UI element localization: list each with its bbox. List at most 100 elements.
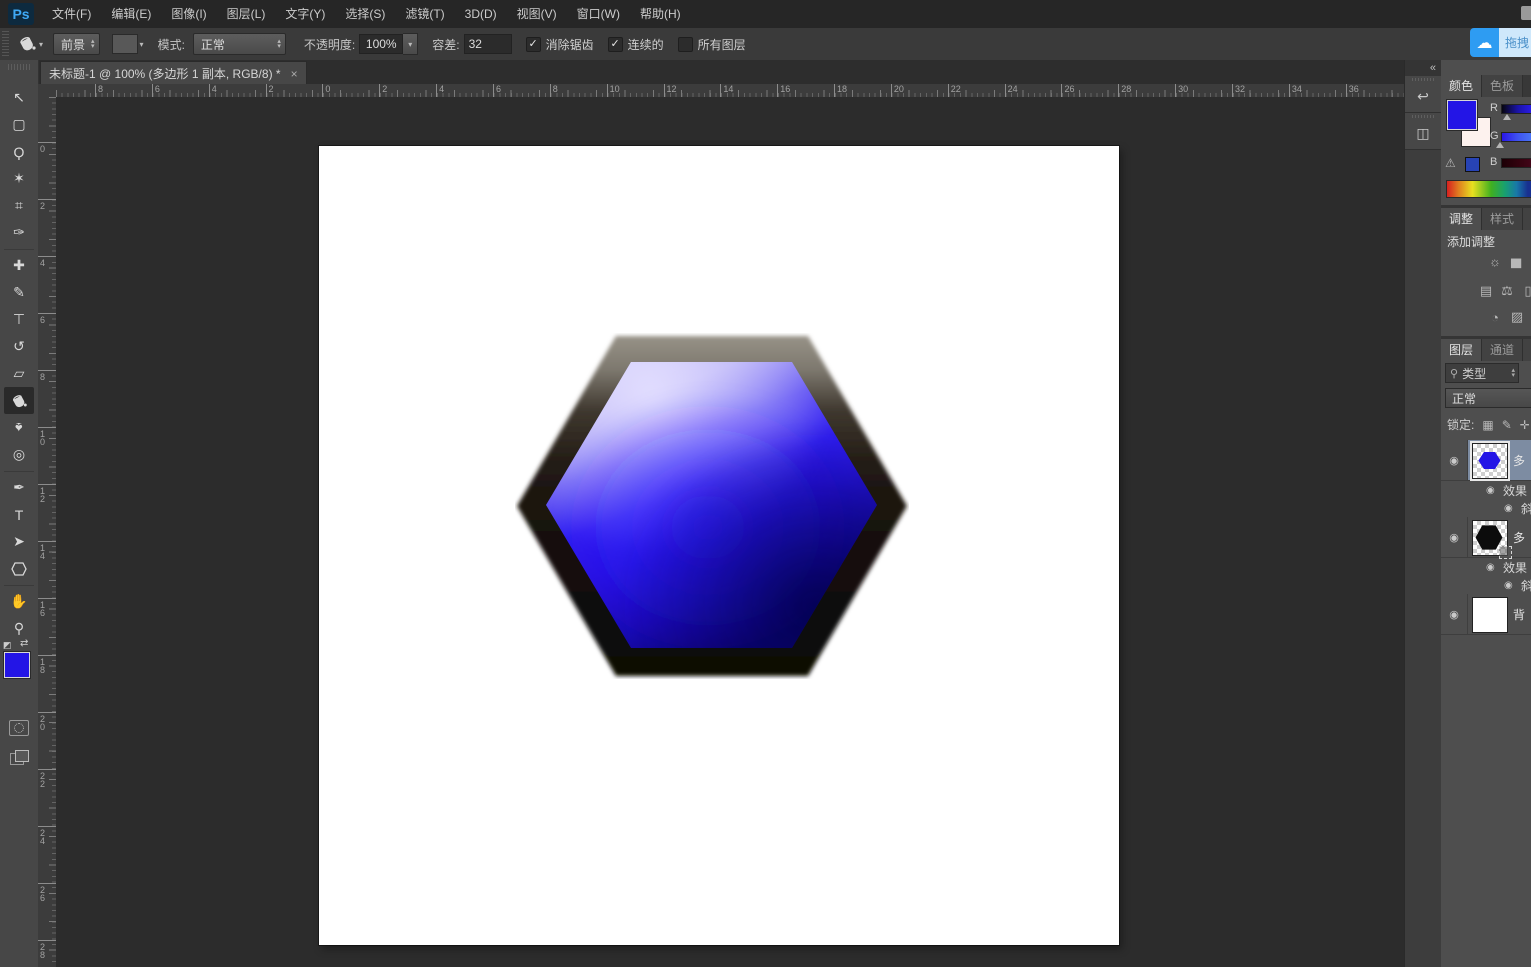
canvas[interactable] xyxy=(319,146,1119,945)
black-white-icon[interactable]: ▯ xyxy=(1519,282,1531,300)
menu-文字(Y)[interactable]: 文字(Y) xyxy=(275,7,335,21)
menu-滤镜(T)[interactable]: 滤镜(T) xyxy=(395,7,454,21)
magic-wand-tool[interactable]: ✶ xyxy=(4,165,34,192)
visibility-toggle[interactable]: ◉ xyxy=(1441,440,1468,480)
red-slider[interactable] xyxy=(1501,104,1531,114)
lasso-tool[interactable]: Ϙ xyxy=(4,138,34,165)
pattern-caret-icon[interactable]: ▾ xyxy=(140,40,144,49)
layer-name[interactable]: 多 xyxy=(1513,440,1525,480)
blur-tool[interactable]: ♠ xyxy=(4,414,34,441)
lock-transparency-icon[interactable]: ▦ xyxy=(1482,418,1493,432)
layer-name[interactable]: 多 xyxy=(1513,517,1525,557)
collapse-panels-icon[interactable]: « xyxy=(1405,60,1442,76)
menu-帮助(H)[interactable]: 帮助(H) xyxy=(630,7,691,21)
type-tool[interactable]: T xyxy=(4,501,34,528)
red-slider-marker[interactable] xyxy=(1503,114,1511,120)
layer-row-background[interactable]: ◉ 背 xyxy=(1441,594,1531,635)
tab-layers[interactable]: 图层 xyxy=(1441,339,1482,361)
gamut-color-swatch[interactable] xyxy=(1465,157,1480,172)
crop-tool[interactable]: ⌗ xyxy=(4,192,34,219)
color-balance-icon[interactable]: ⚖ xyxy=(1498,282,1516,300)
exposure-icon[interactable]: ▤ xyxy=(1477,282,1495,300)
tab-channels[interactable]: 通道 xyxy=(1482,339,1523,361)
color-spectrum-ramp[interactable] xyxy=(1446,180,1531,198)
menu-图像(I)[interactable]: 图像(I) xyxy=(161,7,216,21)
vertical-ruler[interactable]: 024681 01 21 41 61 82 02 22 42 62 8 xyxy=(38,97,57,967)
blue-slider[interactable] xyxy=(1501,158,1531,168)
contiguous-checkbox[interactable]: ✓ xyxy=(608,37,623,52)
tolerance-input[interactable]: 32 xyxy=(464,34,512,54)
dodge-tool[interactable]: ◎ xyxy=(4,441,34,468)
eye-icon[interactable]: ◉ xyxy=(1486,562,1495,573)
antialias-checkbox[interactable]: ✓ xyxy=(526,37,541,52)
menu-视图(V)[interactable]: 视图(V) xyxy=(507,7,567,21)
layer-thumbnail[interactable] xyxy=(1472,443,1508,479)
history-panel-button[interactable]: ↩ xyxy=(1405,76,1441,113)
horizontal-ruler[interactable]: 8642024681012141618202224262830323436 xyxy=(56,84,1404,98)
3d-panel-button[interactable]: ◫ xyxy=(1405,113,1441,150)
layer-filter-select[interactable]: ⚲ 类型 ▴▾ xyxy=(1445,363,1519,383)
layer-row-polygon-copy[interactable]: ◉ 多 xyxy=(1441,440,1531,481)
fill-source-select[interactable]: 前景 ▴▾ xyxy=(53,33,100,55)
screen-mode-button[interactable] xyxy=(10,750,28,764)
zoom-tool[interactable]: ⚲ xyxy=(4,615,34,642)
netdisk-cloud-icon[interactable]: ☁ xyxy=(1470,28,1499,57)
visibility-toggle[interactable]: ◉ xyxy=(1441,594,1468,634)
menu-编辑(E)[interactable]: 编辑(E) xyxy=(101,7,161,21)
history-brush-tool[interactable]: ↺ xyxy=(4,333,34,360)
spot-healing-tool[interactable]: ✚ xyxy=(4,252,34,279)
move-tool[interactable]: ↖ xyxy=(4,84,34,111)
paint-bucket-tool[interactable] xyxy=(4,387,34,414)
default-colors-icon[interactable]: ◩ xyxy=(3,640,12,651)
tab-paths[interactable]: 路 xyxy=(1523,339,1531,361)
levels-icon[interactable]: ▅ xyxy=(1507,252,1525,270)
layer-thumbnail[interactable] xyxy=(1472,597,1508,633)
brush-tool[interactable]: ✎ xyxy=(4,279,34,306)
eye-icon[interactable]: ◉ xyxy=(1504,503,1513,514)
pattern-swatch-well[interactable] xyxy=(112,34,138,54)
green-slider-marker[interactable] xyxy=(1496,142,1504,148)
clone-stamp-tool[interactable]: ⊤ xyxy=(4,306,34,333)
document-tab[interactable]: 未标题-1 @ 100% (多边形 1 副本, RGB/8) * × xyxy=(40,61,307,85)
green-slider[interactable] xyxy=(1501,132,1531,142)
gamut-warning-icon[interactable]: ⚠ xyxy=(1445,156,1456,170)
swap-colors-icon[interactable]: ⇄ xyxy=(20,638,28,649)
window-control-partial[interactable] xyxy=(1521,6,1531,20)
hand-tool[interactable]: ✋ xyxy=(4,588,34,615)
ruler-origin-box[interactable] xyxy=(38,84,57,98)
eyedropper-tool[interactable]: ✑ xyxy=(4,219,34,246)
menu-文件(F)[interactable]: 文件(F) xyxy=(42,7,101,21)
mode-select[interactable]: 正常 ▴▾ xyxy=(193,33,286,55)
opacity-value[interactable]: 100% xyxy=(359,34,403,54)
all-layers-checkbox[interactable] xyxy=(678,37,693,52)
effects-row[interactable]: ◉ 效果 xyxy=(1441,481,1531,499)
eye-icon[interactable]: ◉ xyxy=(1486,485,1495,496)
tab-color[interactable]: 颜色 xyxy=(1441,75,1482,97)
tab-styles[interactable]: 样式 xyxy=(1482,208,1523,230)
tab-clipped[interactable]: 字 xyxy=(1523,208,1531,230)
panel-foreground-swatch[interactable] xyxy=(1447,100,1477,130)
menu-图层(L)[interactable]: 图层(L) xyxy=(217,7,276,21)
tab-swatches[interactable]: 色板 xyxy=(1482,75,1523,97)
shape-tool[interactable] xyxy=(4,555,34,582)
menu-选择(S)[interactable]: 选择(S) xyxy=(335,7,395,21)
blend-mode-select[interactable]: 正常 xyxy=(1445,388,1531,408)
eraser-tool[interactable]: ▱ xyxy=(4,360,34,387)
netdisk-overlay[interactable]: ☁ 拖拽 xyxy=(1470,28,1531,57)
active-tool-badge[interactable]: ▾ xyxy=(17,34,43,55)
visibility-toggle[interactable]: ◉ xyxy=(1441,517,1468,557)
bevel-effect-row[interactable]: ◉ 斜 xyxy=(1441,499,1531,517)
quick-mask-button[interactable] xyxy=(9,720,29,736)
path-select-tool[interactable]: ➤ xyxy=(4,528,34,555)
options-bar-grip[interactable] xyxy=(2,31,9,57)
brightness-contrast-icon[interactable]: ☼ xyxy=(1486,252,1504,270)
menu-窗口(W)[interactable]: 窗口(W) xyxy=(567,7,630,21)
pen-tool[interactable]: ✒ xyxy=(4,474,34,501)
effects-row[interactable]: ◉ 效果 xyxy=(1441,558,1531,576)
opacity-dropdown-button[interactable]: ▾ xyxy=(403,33,418,55)
channel-mixer-icon[interactable]: ▨ xyxy=(1508,308,1526,326)
lock-pixels-icon[interactable]: ✎ xyxy=(1502,418,1512,432)
layer-thumbnail[interactable] xyxy=(1472,520,1508,556)
layer-row-polygon[interactable]: ◉ 多 xyxy=(1441,517,1531,558)
marquee-tool[interactable]: ▢ xyxy=(4,111,34,138)
